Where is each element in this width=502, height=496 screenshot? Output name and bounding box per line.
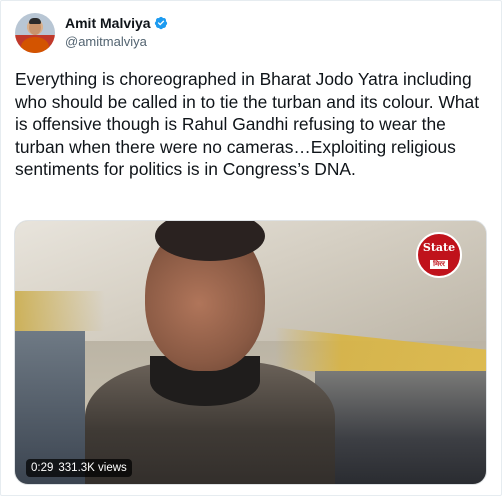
author-name-row: Amit Malviya [65, 14, 168, 32]
avatar-shoulders [21, 37, 49, 53]
avatar-hair [29, 18, 41, 24]
author-display-name[interactable]: Amit Malviya [65, 14, 151, 32]
verified-badge-icon [154, 16, 167, 30]
video-duration: 0:29 [31, 462, 54, 474]
video-scene-wall-right [315, 371, 486, 484]
author-handle[interactable]: @amitmalviya [65, 33, 168, 51]
tweet-header: Amit Malviya @amitmalviya [15, 13, 168, 53]
tweet-video[interactable]: State मिरर 0:29 331.3K views [14, 220, 487, 485]
watermark-line1: State [422, 241, 456, 254]
video-scene-stripe-left [15, 291, 105, 331]
author-avatar[interactable] [15, 13, 55, 53]
video-meta-badge: 0:29 331.3K views [26, 459, 132, 477]
watermark-logo: State मिरर [416, 232, 462, 278]
watermark-line2: मिरर [430, 260, 448, 269]
author-names: Amit Malviya @amitmalviya [65, 13, 168, 51]
video-view-count: 331.3K views [58, 462, 127, 474]
tweet-card: Amit Malviya @amitmalviya Everything is … [0, 0, 502, 496]
tweet-text: Everything is choreographed in Bharat Jo… [15, 69, 480, 179]
